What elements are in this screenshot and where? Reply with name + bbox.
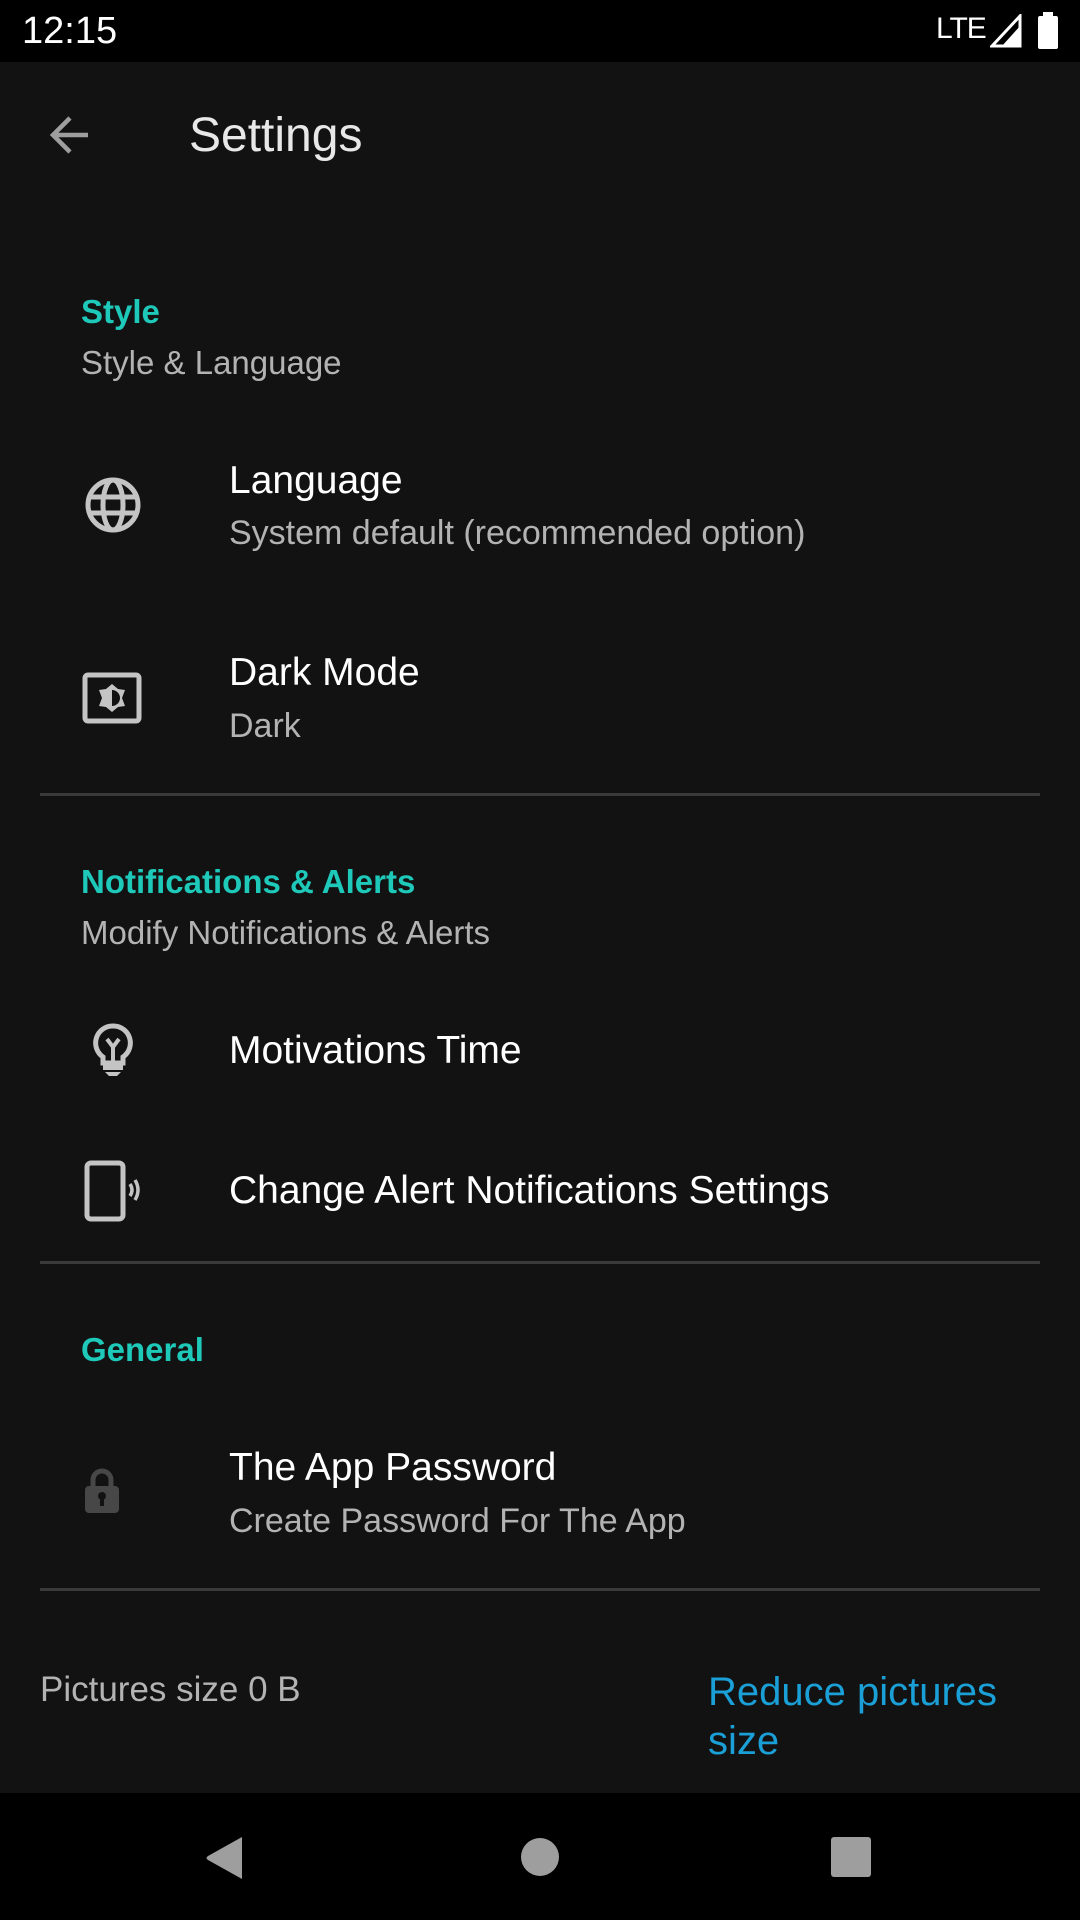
alert-notifications-title: Change Alert Notifications Settings <box>229 1169 830 1212</box>
pictures-size-label: Pictures size 0 B <box>40 1670 301 1709</box>
lightbulb-icon <box>93 1023 133 1076</box>
lock-icon <box>85 1468 119 1513</box>
language-setting[interactable]: Language System default (recommended opt… <box>0 440 1080 590</box>
status-bar: 12:15 LTE <box>0 0 1080 62</box>
navigation-bar <box>0 1793 1080 1920</box>
language-summary: System default (recommended option) <box>229 514 806 552</box>
motivations-time-setting[interactable]: Motivations Time <box>0 985 1080 1115</box>
network-type: LTE <box>936 12 987 45</box>
reduce-pictures-size-link[interactable]: Reduce pictures size <box>708 1668 1038 1766</box>
motivations-time-title: Motivations Time <box>229 1029 522 1072</box>
arrow-back-icon[interactable] <box>44 110 100 160</box>
dark-mode-title: Dark Mode <box>229 651 420 694</box>
app-password-title: The App Password <box>229 1446 557 1489</box>
language-title: Language <box>229 459 403 502</box>
dark-mode-summary: Dark <box>229 707 301 745</box>
brightness-icon <box>82 672 142 724</box>
divider <box>40 1588 1040 1591</box>
alert-notifications-setting[interactable]: Change Alert Notifications Settings <box>0 1125 1080 1255</box>
section-subtitle-style: Style & Language <box>81 344 342 381</box>
clock: 12:15 <box>22 10 118 52</box>
phone-vibrate-icon <box>84 1160 140 1222</box>
section-header-style: Style <box>81 293 160 330</box>
nav-back-icon[interactable] <box>204 1835 246 1881</box>
signal-icon <box>990 14 1022 48</box>
section-header-notifications: Notifications & Alerts <box>81 863 416 900</box>
battery-icon <box>1038 12 1058 49</box>
divider <box>40 793 1040 796</box>
toolbar <box>0 62 1080 212</box>
section-subtitle-notifications: Modify Notifications & Alerts <box>81 914 490 951</box>
app-password-summary: Create Password For The App <box>229 1502 686 1540</box>
page-title: Settings <box>189 109 363 162</box>
globe-icon <box>85 477 141 533</box>
nav-home-icon[interactable] <box>520 1837 560 1877</box>
section-header-general: General <box>81 1331 204 1368</box>
app-password-setting[interactable]: The App Password Create Password For The… <box>0 1420 1080 1570</box>
nav-recents-icon[interactable] <box>831 1837 871 1877</box>
dark-mode-setting[interactable]: Dark Mode Dark <box>0 632 1080 782</box>
divider <box>40 1261 1040 1264</box>
